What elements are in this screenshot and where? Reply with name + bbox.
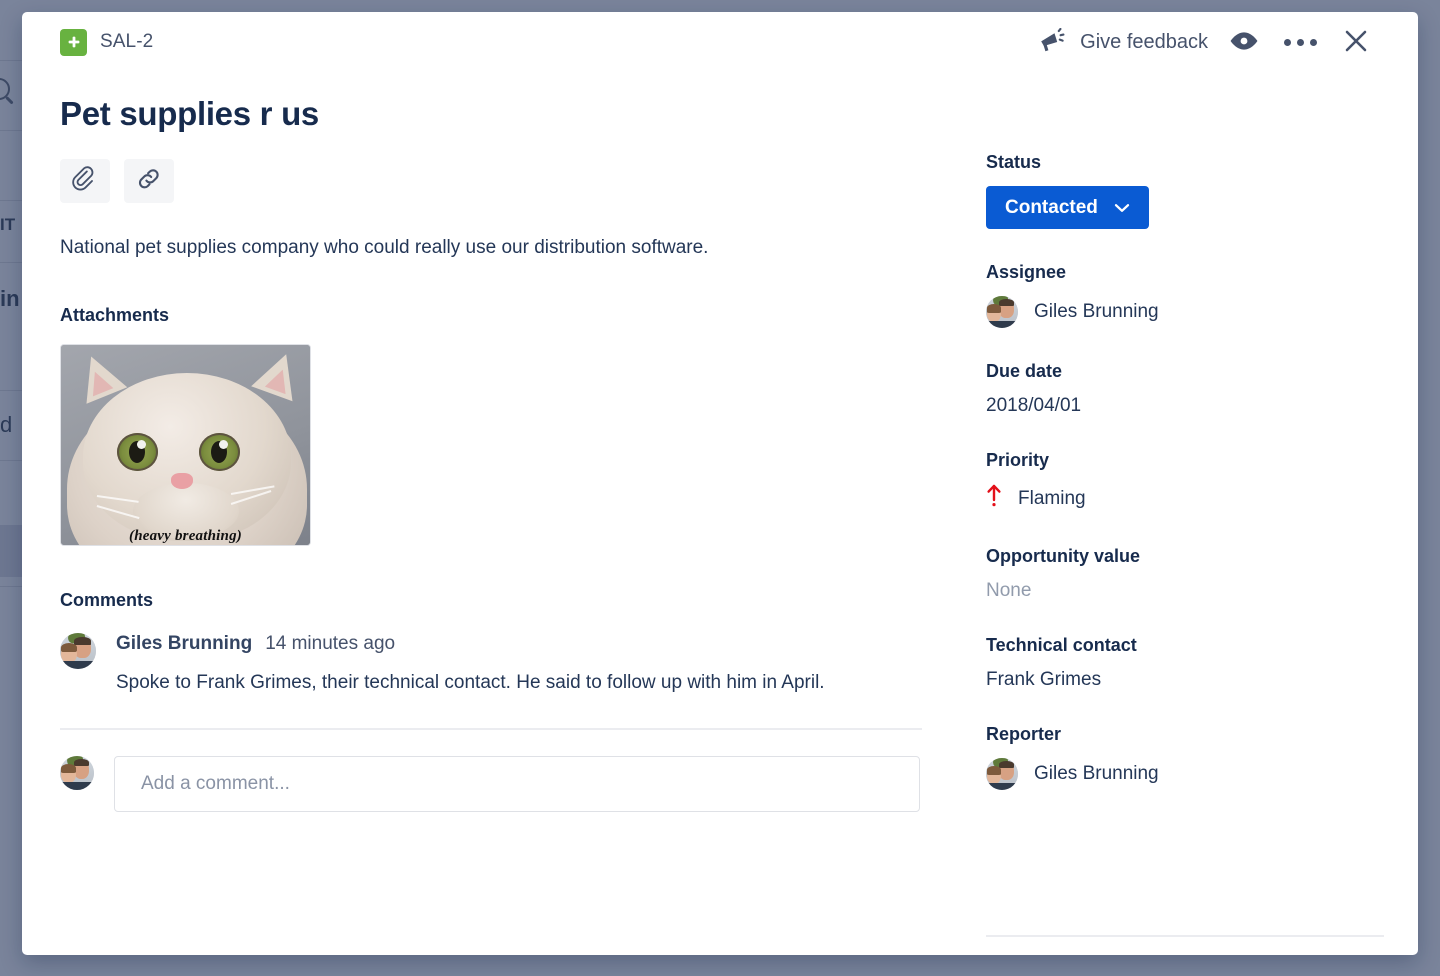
- issue-detail-modal: SAL-2 Give feedback Pet supplies r us Na…: [22, 12, 1418, 955]
- due-date-field: Due date 2018/04/01: [986, 361, 1384, 417]
- modal-header: SAL-2 Give feedback: [22, 12, 1418, 72]
- due-date-label: Due date: [986, 361, 1063, 381]
- attachments-heading: Attachments: [60, 305, 170, 326]
- link-button[interactable]: [124, 158, 174, 203]
- watch-button[interactable]: [1216, 20, 1272, 64]
- issue-action-row: [60, 158, 920, 203]
- status-label: Status: [986, 152, 1042, 172]
- comment-meta: Giles Brunning 14 minutes ago: [116, 633, 825, 655]
- chevron-down-icon: [1114, 197, 1130, 219]
- attachment-caption: (heavy breathing): [129, 528, 242, 545]
- avatar: [986, 758, 1018, 790]
- reporter-field: Reporter Giles Brunning: [986, 724, 1384, 790]
- technical-contact-value[interactable]: Frank Grimes: [986, 669, 1384, 691]
- more-actions-button[interactable]: [1272, 20, 1328, 64]
- modal-body: Pet supplies r us National pet supplies …: [22, 72, 1418, 955]
- status-value: Contacted: [1005, 196, 1098, 218]
- sidebar-bottom-divider: [986, 935, 1384, 937]
- ellipsis-icon: [1283, 38, 1317, 46]
- give-feedback-label: Give feedback: [1080, 30, 1208, 53]
- attachment-list: (heavy breathing): [60, 344, 920, 547]
- avatar: [986, 296, 1018, 328]
- page-title: Pet supplies r us: [60, 95, 319, 132]
- technical-contact-label: Technical contact: [986, 635, 1137, 655]
- header-actions: Give feedback: [1030, 20, 1384, 64]
- status-field: Status Contacted: [986, 152, 1384, 229]
- opportunity-value-value[interactable]: None: [986, 580, 1384, 602]
- opportunity-value-field: Opportunity value None: [986, 546, 1384, 602]
- breadcrumb[interactable]: SAL-2: [60, 28, 154, 56]
- assignee-label: Assignee: [986, 262, 1067, 282]
- close-icon: [1341, 26, 1371, 59]
- paperclip-icon: [72, 166, 98, 195]
- background-text-fragment: IT: [0, 216, 16, 233]
- give-feedback-button[interactable]: Give feedback: [1030, 22, 1216, 63]
- status-badge[interactable]: Contacted: [986, 186, 1149, 229]
- comment-text: Spoke to Frank Grimes, their technical c…: [116, 672, 825, 694]
- link-icon: [136, 166, 162, 195]
- attach-button[interactable]: [60, 158, 110, 203]
- reporter-value: Giles Brunning: [1034, 763, 1159, 784]
- priority-value-row[interactable]: Flaming: [986, 484, 1384, 513]
- comment-timestamp: 14 minutes ago: [265, 633, 396, 655]
- reporter-value-row[interactable]: Giles Brunning: [986, 758, 1384, 790]
- opportunity-value-label: Opportunity value: [986, 546, 1141, 566]
- megaphone-icon: [1038, 27, 1066, 57]
- comment-body: Giles Brunning 14 minutes ago Spoke to F…: [116, 633, 825, 697]
- comments-divider: [60, 727, 922, 730]
- issue-key-label: SAL-2: [100, 31, 154, 52]
- assignee-field: Assignee Giles Brunning: [986, 262, 1384, 328]
- background-text-fragment: in: [0, 288, 20, 310]
- comment-author[interactable]: Giles Brunning: [116, 633, 252, 655]
- eye-icon: [1229, 30, 1259, 55]
- technical-contact-field: Technical contact Frank Grimes: [986, 635, 1384, 691]
- issue-description: National pet supplies company who could …: [60, 236, 709, 258]
- add-comment-input[interactable]: [114, 755, 920, 812]
- comments-heading: Comments: [60, 590, 154, 611]
- reporter-label: Reporter: [986, 724, 1062, 744]
- avatar[interactable]: [60, 633, 96, 670]
- background-text-fragment: d: [0, 414, 13, 436]
- main-column: Pet supplies r us National pet supplies …: [60, 72, 960, 955]
- priority-field: Priority Flaming: [986, 450, 1384, 513]
- search-icon[interactable]: [0, 78, 10, 100]
- issue-sidebar: Status Contacted Assignee Giles Brunning…: [960, 72, 1384, 955]
- plus-square-icon: [60, 28, 87, 56]
- priority-label: Priority: [986, 450, 1050, 470]
- assignee-value-row[interactable]: Giles Brunning: [986, 296, 1384, 328]
- comment-item: Giles Brunning 14 minutes ago Spoke to F…: [60, 633, 920, 697]
- cat-image: [61, 345, 310, 546]
- due-date-value[interactable]: 2018/04/01: [986, 395, 1384, 417]
- cat-meme-attachment[interactable]: (heavy breathing): [60, 344, 311, 547]
- close-button[interactable]: [1328, 20, 1384, 64]
- avatar[interactable]: [60, 755, 94, 790]
- add-comment-row: [60, 755, 920, 812]
- arrow-up-priority-icon: [986, 484, 1002, 513]
- background-row-highlight: [0, 525, 22, 577]
- assignee-value: Giles Brunning: [1034, 301, 1159, 322]
- priority-value: Flaming: [1018, 487, 1086, 509]
